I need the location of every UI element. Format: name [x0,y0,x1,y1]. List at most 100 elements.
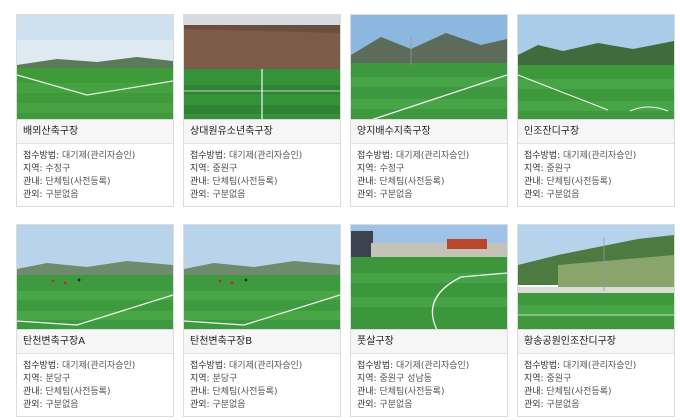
region-label: 지역: [23,164,46,174]
outside-row: 관외: 구분없음 [190,399,334,412]
outside-row: 관외: 구분없음 [23,399,167,412]
admin-value: 단체팀(사전등록) [45,177,111,187]
region-row: 지역: 수정구 [357,163,501,176]
reception-method-label: 접수방법: [357,151,397,161]
reception-method-row: 접수방법: 대기제(관리자승인) [524,360,668,373]
field-photo-image [184,225,340,329]
reception-method-value: 대기제(관리자승인) [396,151,470,161]
region-value: 분당구 [45,374,71,384]
outside-value: 구분없음 [546,400,580,410]
field-photo[interactable] [17,15,173,120]
admin-label: 관내: [357,177,380,187]
admin-label: 관내: [190,387,213,397]
reception-method-row: 접수방법: 대기제(관리자승인) [524,150,668,163]
field-name[interactable]: 탄천변축구장B [184,330,340,354]
admin-row: 관내: 단체팀(사전등록) [357,176,501,189]
field-card[interactable]: 양지배수지축구장 접수방법: 대기제(관리자승인) 지역: 수정구 관내: 단체… [350,14,508,207]
field-info: 접수방법: 대기제(관리자승인) 지역: 중원구 관내: 단체팀(사전등록) 관… [518,144,674,206]
admin-row: 관내: 단체팀(사전등록) [23,176,167,189]
reception-method-label: 접수방법: [190,361,230,371]
reception-method-value: 대기제(관리자승인) [229,361,303,371]
region-row: 지역: 중원구 [524,163,668,176]
field-info: 접수방법: 대기제(관리자승인) 지역: 중원구 성남동 관내: 단체팀(사전등… [351,354,507,416]
outside-row: 관외: 구분없음 [524,189,668,202]
admin-value: 단체팀(사전등록) [379,387,445,397]
admin-value: 단체팀(사전등록) [45,387,111,397]
field-photo[interactable] [17,225,173,330]
field-photo-image [351,225,507,329]
region-label: 지역: [357,374,380,384]
outside-label: 관외: [190,190,213,200]
field-photo[interactable] [351,15,507,120]
region-value: 중원구 [546,164,572,174]
outside-row: 관외: 구분없음 [524,399,668,412]
reception-method-value: 대기제(관리자승인) [62,361,136,371]
field-name[interactable]: 배뫼산축구장 [17,120,173,144]
admin-row: 관내: 단체팀(사전등록) [524,386,668,399]
outside-value: 구분없음 [45,190,79,200]
reception-method-row: 접수방법: 대기제(관리자승인) [190,150,334,163]
reception-method-row: 접수방법: 대기제(관리자승인) [23,360,167,373]
field-photo[interactable] [518,225,674,330]
outside-value: 구분없음 [379,190,413,200]
region-row: 지역: 수정구 [23,163,167,176]
outside-row: 관외: 구분없음 [357,399,501,412]
outside-row: 관외: 구분없음 [190,189,334,202]
region-value: 수정구 [379,164,405,174]
admin-row: 관내: 단체팀(사전등록) [190,386,334,399]
admin-value: 단체팀(사전등록) [212,387,278,397]
outside-label: 관외: [524,190,547,200]
field-photo[interactable] [518,15,674,120]
reception-method-label: 접수방법: [190,151,230,161]
outside-value: 구분없음 [212,400,246,410]
field-card[interactable]: 상대원유소년축구장 접수방법: 대기제(관리자승인) 지역: 중원구 관내: 단… [183,14,341,207]
field-info: 접수방법: 대기제(관리자승인) 지역: 분당구 관내: 단체팀(사전등록) 관… [184,354,340,416]
field-photo[interactable] [184,225,340,330]
reception-method-value: 대기제(관리자승인) [62,151,136,161]
field-photo-image [17,15,173,119]
region-row: 지역: 중원구 [190,163,334,176]
region-label: 지역: [190,164,213,174]
admin-label: 관내: [524,177,547,187]
field-info: 접수방법: 대기제(관리자승인) 지역: 중원구 관내: 단체팀(사전등록) 관… [184,144,340,206]
reception-method-value: 대기제(관리자승인) [563,361,637,371]
field-card[interactable]: 인조잔디구장 접수방법: 대기제(관리자승인) 지역: 중원구 관내: 단체팀(… [517,14,675,207]
admin-label: 관내: [357,387,380,397]
field-photo[interactable] [184,15,340,120]
outside-value: 구분없음 [546,190,580,200]
field-photo[interactable] [351,225,507,330]
admin-row: 관내: 단체팀(사전등록) [23,386,167,399]
reception-method-row: 접수방법: 대기제(관리자승인) [190,360,334,373]
field-info: 접수방법: 대기제(관리자승인) 지역: 분당구 관내: 단체팀(사전등록) 관… [17,354,173,416]
admin-value: 단체팀(사전등록) [212,177,278,187]
field-card[interactable]: 황송공원인조잔디구장 접수방법: 대기제(관리자승인) 지역: 중원구 관내: … [517,224,675,417]
field-card[interactable]: 탄천변축구장A 접수방법: 대기제(관리자승인) 지역: 분당구 관내: 단체팀… [16,224,174,417]
region-value: 중원구 [546,374,572,384]
reception-method-label: 접수방법: [524,151,564,161]
field-name[interactable]: 탄천변축구장A [17,330,173,354]
region-label: 지역: [23,374,46,384]
region-row: 지역: 분당구 [23,373,167,386]
field-card[interactable]: 탄천변축구장B 접수방법: 대기제(관리자승인) 지역: 분당구 관내: 단체팀… [183,224,341,417]
field-name[interactable]: 상대원유소년축구장 [184,120,340,144]
field-name[interactable]: 풋살구장 [351,330,507,354]
field-card[interactable]: 배뫼산축구장 접수방법: 대기제(관리자승인) 지역: 수정구 관내: 단체팀(… [16,14,174,207]
region-label: 지역: [357,164,380,174]
field-name[interactable]: 인조잔디구장 [518,120,674,144]
reception-method-row: 접수방법: 대기제(관리자승인) [357,150,501,163]
outside-label: 관외: [190,400,213,410]
field-card[interactable]: 풋살구장 접수방법: 대기제(관리자승인) 지역: 중원구 성남동 관내: 단체… [350,224,508,417]
region-label: 지역: [524,374,547,384]
outside-value: 구분없음 [45,400,79,410]
field-name[interactable]: 양지배수지축구장 [351,120,507,144]
field-info: 접수방법: 대기제(관리자승인) 지역: 중원구 관내: 단체팀(사전등록) 관… [518,354,674,416]
field-photo-image [17,225,173,329]
region-label: 지역: [524,164,547,174]
reception-method-label: 접수방법: [357,361,397,371]
outside-label: 관외: [524,400,547,410]
region-value: 중원구 성남동 [379,374,433,384]
reception-method-label: 접수방법: [23,151,63,161]
admin-value: 단체팀(사전등록) [546,387,612,397]
admin-label: 관내: [23,387,46,397]
field-name[interactable]: 황송공원인조잔디구장 [518,330,674,354]
